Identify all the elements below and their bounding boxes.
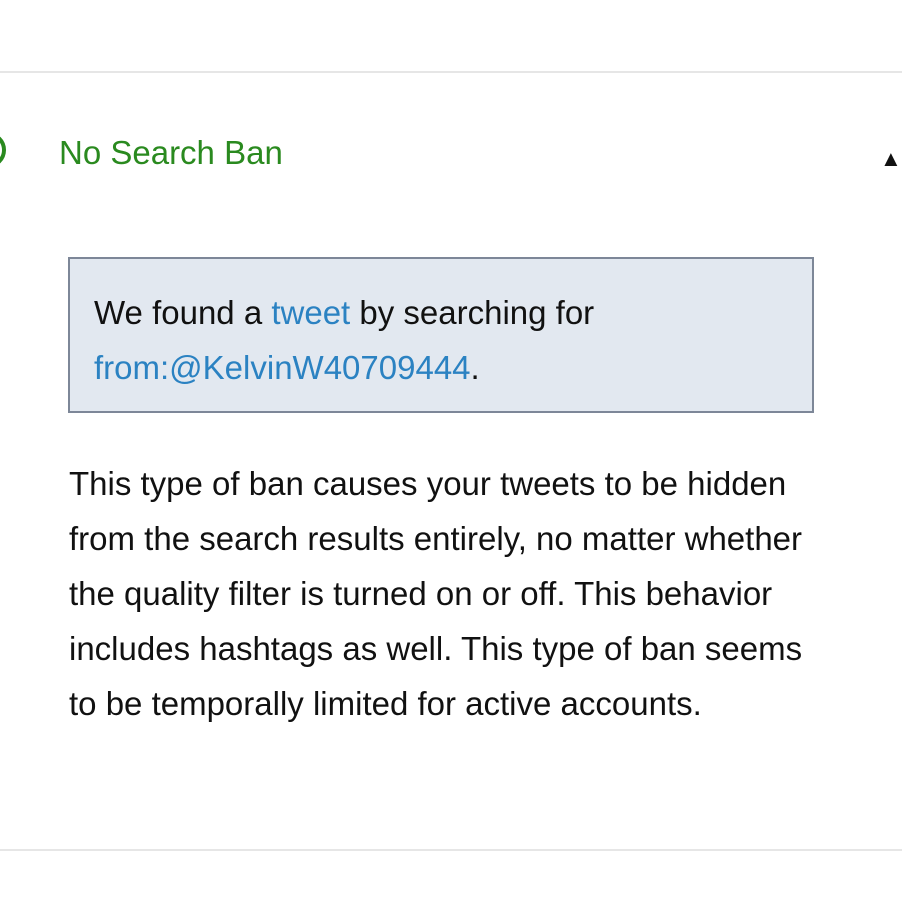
bottom-divider bbox=[0, 849, 902, 851]
search-query-link[interactable]: from:@KelvinW40709444 bbox=[94, 349, 471, 386]
ban-description: This type of ban causes your tweets to b… bbox=[69, 465, 803, 722]
search-result-box: We found a tweet by searching for from:@… bbox=[68, 257, 814, 413]
result-text-before: We found a bbox=[94, 294, 272, 331]
section-header[interactable]: No Search Ban ▲ bbox=[0, 118, 902, 198]
check-circle-icon bbox=[0, 132, 6, 168]
section-title: No Search Ban bbox=[59, 134, 283, 171]
collapse-toggle-icon[interactable]: ▲ bbox=[880, 146, 902, 172]
result-text-after: . bbox=[470, 349, 480, 386]
top-divider bbox=[0, 71, 902, 73]
tweet-link[interactable]: tweet bbox=[271, 294, 350, 331]
page: No Search Ban ▲ We found a tweet by sear… bbox=[0, 0, 902, 900]
result-text-middle: by searching for bbox=[350, 294, 595, 331]
